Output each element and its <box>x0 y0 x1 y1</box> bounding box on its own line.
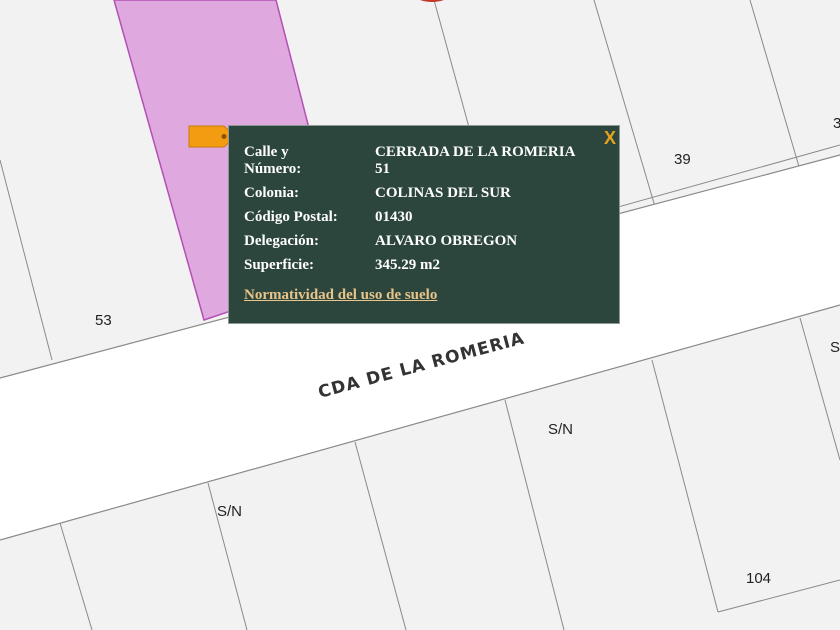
lot-number-104: 104 <box>746 570 771 587</box>
info-value-line: CERRADA DE LA ROMERIA <box>375 144 576 160</box>
info-value: 345.29 m2 <box>375 257 440 273</box>
lot-number-sn-1: S/N <box>548 421 573 438</box>
parcel-info-table: Calle y Número: CERRADA DE LA ROMERIA 51… <box>244 144 575 274</box>
lot-number-53: 53 <box>95 312 112 329</box>
info-label: Código Postal: <box>244 209 338 225</box>
land-use-regulation-link[interactable]: Normatividad del uso de suelo <box>244 287 437 304</box>
info-value: 01430 <box>375 209 413 225</box>
info-value: CERRADA DE LA ROMERIA 51 <box>375 144 575 185</box>
info-label: Superficie: <box>244 257 314 273</box>
parcel-info-popup: X Calle y Número: CERRADA DE LA ROMERIA … <box>228 125 620 324</box>
lot-number-3: 3 <box>833 115 840 132</box>
info-row-colonia: Colonia: COLINAS DEL SUR <box>244 185 575 209</box>
info-row-delegacion: Delegación: ALVARO OBREGON <box>244 233 575 257</box>
info-value: ALVARO OBREGON <box>375 233 518 249</box>
info-label: Calle y Número: <box>244 144 375 185</box>
info-row-superficie: Superficie: 345.29 m2 <box>244 257 575 274</box>
info-label: Colonia: <box>244 185 300 201</box>
lot-number-sn-2: S/N <box>217 503 242 520</box>
lot-number-39: 39 <box>674 151 691 168</box>
info-label-line: Número: <box>244 161 302 177</box>
info-value-line: 51 <box>375 161 390 177</box>
info-row-address: Calle y Número: CERRADA DE LA ROMERIA 51 <box>244 144 575 185</box>
close-button[interactable]: X <box>604 127 616 149</box>
info-label-line: Calle y <box>244 144 289 160</box>
info-value: COLINAS DEL SUR <box>375 185 511 201</box>
lot-number-sn-3: S <box>830 339 840 356</box>
info-row-postal-code: Código Postal: 01430 <box>244 209 575 233</box>
info-label: Delegación: <box>244 233 319 249</box>
